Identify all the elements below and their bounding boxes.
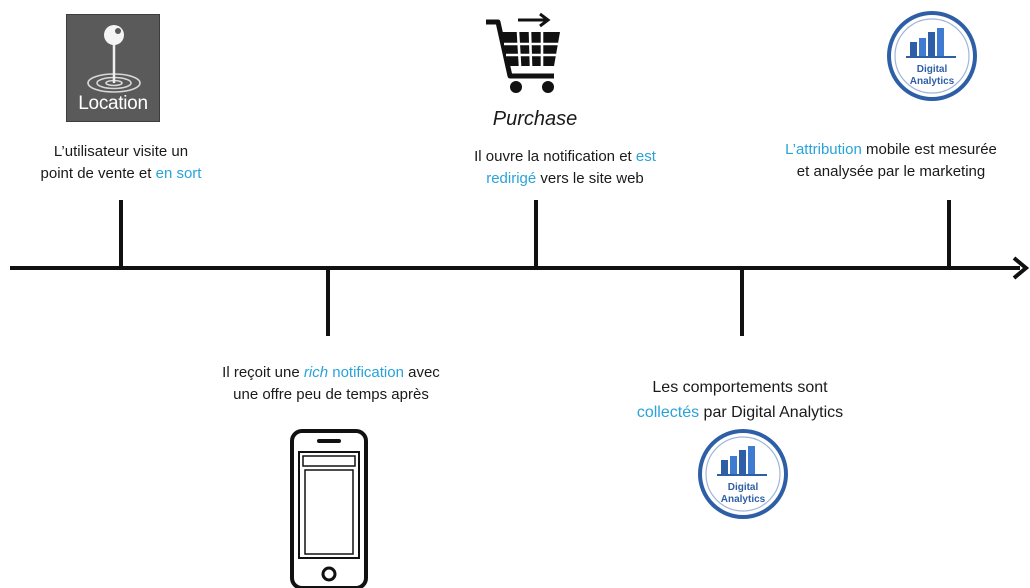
location-pin-icon — [87, 25, 141, 93]
event-notification-text-main: Il reçoit une — [222, 364, 304, 381]
event-collect-highlight: collectés — [636, 404, 700, 421]
badge-line1: Digital — [917, 64, 948, 75]
event-open-highlight-1: est — [635, 148, 656, 165]
event-notification-text-line2: une offre peu de temps après — [233, 386, 429, 403]
tick-visit — [119, 200, 123, 268]
badge-line1: Digital — [728, 482, 759, 493]
event-collect-text-line1: Les comportements sont — [652, 379, 828, 396]
location-tile: Location — [66, 14, 160, 122]
timeline-arrowhead-icon — [1012, 256, 1030, 280]
timeline-axis — [10, 266, 1020, 270]
event-collect-text: Les comportements sont collectés par Dig… — [590, 375, 890, 425]
event-collect-text-end: par Digital Analytics — [699, 404, 844, 421]
event-attribution-text-main: mobile est mesurée — [861, 141, 997, 158]
badge-line2: Analytics — [721, 494, 766, 505]
event-notification-text-end: avec — [403, 364, 440, 381]
event-attribution-highlight: L’attribution — [785, 141, 862, 158]
tick-attribution — [947, 200, 951, 268]
purchase-label: Purchase — [492, 108, 578, 130]
tick-notification — [326, 268, 330, 336]
event-attribution-text-line2: et analysée par le marketing — [796, 163, 986, 180]
event-open-text-end: vers le site web — [536, 170, 644, 187]
event-visit-text: L’utilisateur visite un point de vente e… — [36, 141, 206, 185]
shopping-cart-icon — [486, 12, 560, 93]
tick-open — [534, 200, 538, 268]
badge-line2: Analytics — [910, 76, 955, 87]
digital-analytics-badge-icon: Digital Analytics — [698, 429, 788, 519]
event-open-text-main: Il ouvre la notification et — [474, 148, 636, 165]
event-attribution-text: L’attribution mobile est mesurée et anal… — [752, 139, 1030, 183]
event-open-highlight-2: redirigé — [486, 170, 537, 187]
event-notification-highlight-rich: rich — [303, 364, 329, 381]
event-visit-highlight: en sort — [155, 165, 202, 182]
event-open-text: Il ouvre la notification et est redirigé… — [420, 146, 710, 190]
location-label: Location — [78, 93, 148, 114]
event-notification-highlight-notif: notification — [328, 364, 404, 381]
tick-collect — [740, 268, 744, 336]
event-notification-text: Il reçoit une rich notification avec une… — [196, 362, 466, 406]
digital-analytics-badge-icon: Digital Analytics — [887, 11, 977, 101]
smartphone-icon — [290, 429, 368, 588]
